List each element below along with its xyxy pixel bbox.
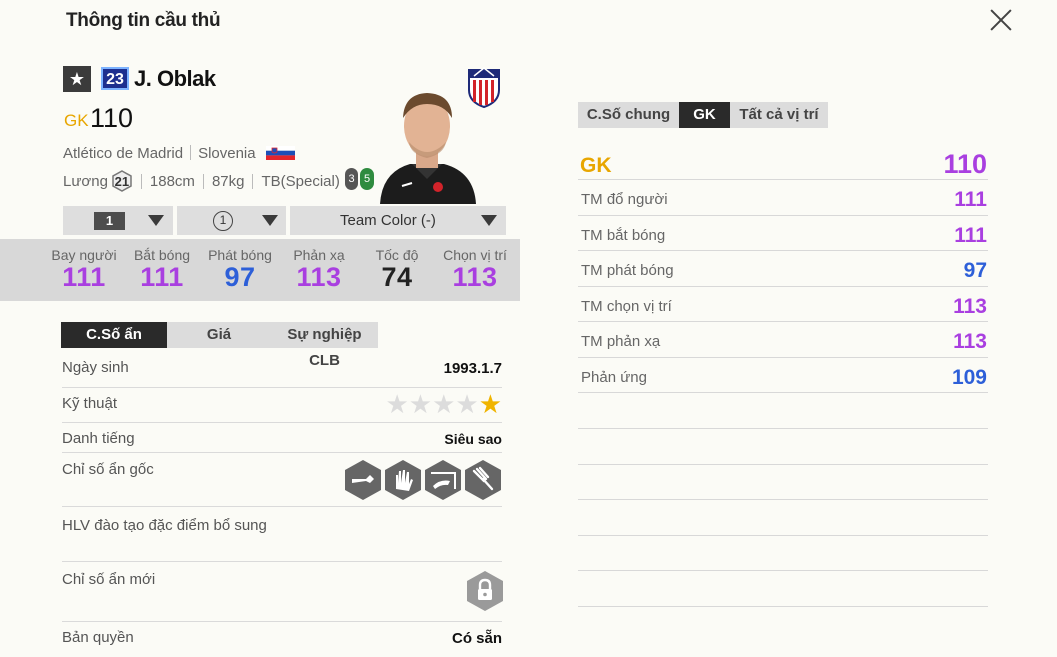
tab-gk[interactable]: GK (679, 102, 730, 128)
nation-name: Slovenia (198, 145, 256, 162)
skill-moves-badge: 3 (345, 168, 358, 190)
skill-stars: ★★★★★ (385, 391, 502, 417)
stat-speed: Tốc độ 74 (375, 247, 419, 292)
stat-kicking: Phát bóng 97 (208, 247, 272, 292)
level-select[interactable]: 1 (63, 206, 173, 235)
slovenia-flag-icon (265, 146, 295, 160)
team-color-value: Team Color (-) (340, 212, 436, 229)
training-select[interactable]: 1 (177, 206, 286, 235)
license-value: Có sẵn (451, 630, 502, 647)
tab-all-positions[interactable]: Tất cả vị trí (730, 102, 828, 128)
coach-row: HLV đào tạo đặc điểm bổ sung (62, 507, 502, 562)
rating-row-gk: GK 110 (578, 146, 988, 180)
new-traits-label: Chỉ số ẩn mới (62, 571, 156, 588)
new-traits-row: Chỉ số ẩn mới (62, 562, 502, 622)
club-nation-line: Atlético de Madrid Slovenia (63, 145, 295, 162)
star-icon: ★ (385, 389, 409, 419)
rating-row: TM bắt bóng 111 (578, 216, 988, 251)
star-icon: ★ (432, 389, 456, 419)
chevron-down-icon (262, 215, 278, 226)
star-icon: ★ (455, 389, 479, 419)
skill-label: Kỹ thuật (62, 395, 118, 412)
tab-general-stats[interactable]: C.Số chung (578, 102, 679, 128)
birth-value: 1993.1.7 (443, 360, 502, 377)
close-icon[interactable] (986, 5, 1016, 35)
player-photo (380, 93, 476, 204)
gk-hand-icon[interactable] (384, 459, 422, 501)
physical-line: Lương 21 188cm 87kg TB(Special) (63, 170, 340, 192)
stat-diving: Bay người 111 (51, 247, 117, 292)
level-value: 1 (94, 211, 125, 230)
detail-tabs: C.Số ẩn Giá Sự nghiệp CLB (61, 322, 378, 369)
rating-row: TM đổ người 111 (578, 180, 988, 216)
main-stats-bar: Bay người 111 Bắt bóng 111 Phát bóng 97 Phả… (0, 239, 520, 301)
star-icon: ★ (478, 389, 502, 419)
player-position: GK (64, 111, 89, 130)
team-color-select[interactable]: Team Color (-) (290, 206, 506, 235)
empty-row (578, 536, 988, 571)
height: 188cm (149, 172, 195, 190)
empty-row (578, 393, 988, 429)
chevron-down-icon (148, 215, 164, 226)
license-label: Bản quyền (62, 629, 134, 646)
stat-handling: Bắt bóng 111 (133, 247, 191, 292)
tab-price[interactable]: Giá (167, 322, 271, 348)
tab-hidden-stats[interactable]: C.Số ẩn (61, 322, 167, 348)
stat-positioning: Chọn vị trí 113 (443, 247, 507, 292)
gk-dive-icon[interactable] (424, 459, 462, 501)
page-title: Thông tin cầu thủ (66, 10, 221, 31)
traits-label: Chỉ số ẩn gốc (62, 461, 154, 478)
lock-icon[interactable] (466, 570, 504, 612)
empty-row (578, 500, 988, 536)
traits-row: Chỉ số ẩn gốc (62, 453, 502, 507)
gk-punch-icon[interactable] (464, 459, 502, 501)
fame-label: Danh tiếng (62, 430, 135, 447)
star-icon: ★ (408, 389, 433, 419)
coach-label: HLV đào tạo đặc điểm bổ sung (62, 517, 267, 534)
stat-reflexes: Phản xạ 113 (293, 247, 345, 292)
favorite-star-icon[interactable]: ★ (63, 66, 91, 92)
skill-row: Kỹ thuật ★★★★★ (62, 388, 502, 423)
chevron-down-icon (481, 215, 497, 226)
empty-row (578, 571, 988, 607)
salary-label: Lương (63, 172, 108, 190)
fame-value: Siêu sao (444, 431, 502, 447)
birth-label: Ngày sinh (62, 359, 129, 376)
player-overall: 110 (90, 103, 134, 133)
jersey-number: 23 (101, 67, 129, 90)
training-value: 1 (213, 210, 233, 231)
weak-foot-badge: 5 (360, 168, 374, 190)
club-name: Atlético de Madrid (63, 145, 184, 162)
weight: 87kg (211, 172, 245, 190)
long-throw-icon[interactable] (344, 459, 382, 501)
rating-row: TM phản xạ 113 (578, 322, 988, 358)
body-type: TB(Special) (261, 172, 340, 190)
empty-row (578, 465, 988, 500)
fame-row: Danh tiếng Siêu sao (62, 423, 502, 453)
license-row: Bản quyền Có sẵn (62, 622, 502, 657)
position-tabs: C.Số chung GK Tất cả vị trí (578, 102, 828, 128)
rating-row: TM chọn vị trí 113 (578, 287, 988, 322)
empty-row (578, 429, 988, 465)
salary-badge: 21 (111, 170, 133, 192)
rating-row: Phản ứng 109 (578, 358, 988, 393)
player-name: J. Oblak (134, 66, 216, 91)
birth-row: Ngày sinh 1993.1.7 (62, 354, 502, 388)
tab-club-career[interactable]: Sự nghiệp CLB (271, 322, 378, 369)
rating-row: TM phát bóng 97 (578, 251, 988, 287)
